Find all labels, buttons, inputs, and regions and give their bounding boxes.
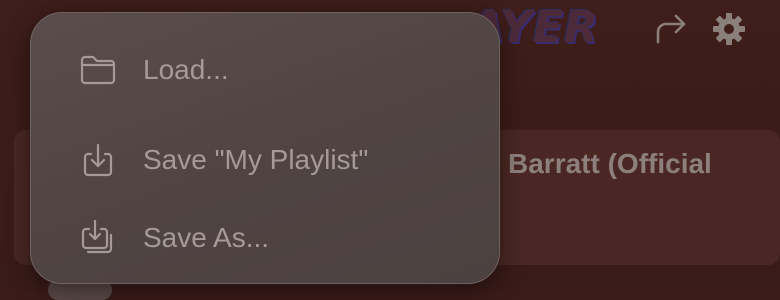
share-icon[interactable]: [652, 10, 690, 48]
save-icon: [79, 141, 117, 179]
menu-item-save[interactable]: Save "My Playlist": [31, 125, 499, 195]
menu-item-label: Load...: [143, 54, 229, 85]
track-title: Barratt (Official: [508, 148, 712, 179]
gear-icon[interactable]: [710, 10, 748, 48]
menu-item-load[interactable]: Load...: [31, 35, 499, 105]
menu-item-label: Save As...: [143, 222, 270, 253]
menu-item-label: Save "My Playlist": [143, 144, 369, 175]
file-menu: Load... Save "My Playlist" Save As...: [30, 12, 500, 284]
save-as-icon: [79, 219, 117, 257]
folder-icon: [79, 51, 117, 89]
menu-item-save-as[interactable]: Save As...: [31, 203, 499, 273]
